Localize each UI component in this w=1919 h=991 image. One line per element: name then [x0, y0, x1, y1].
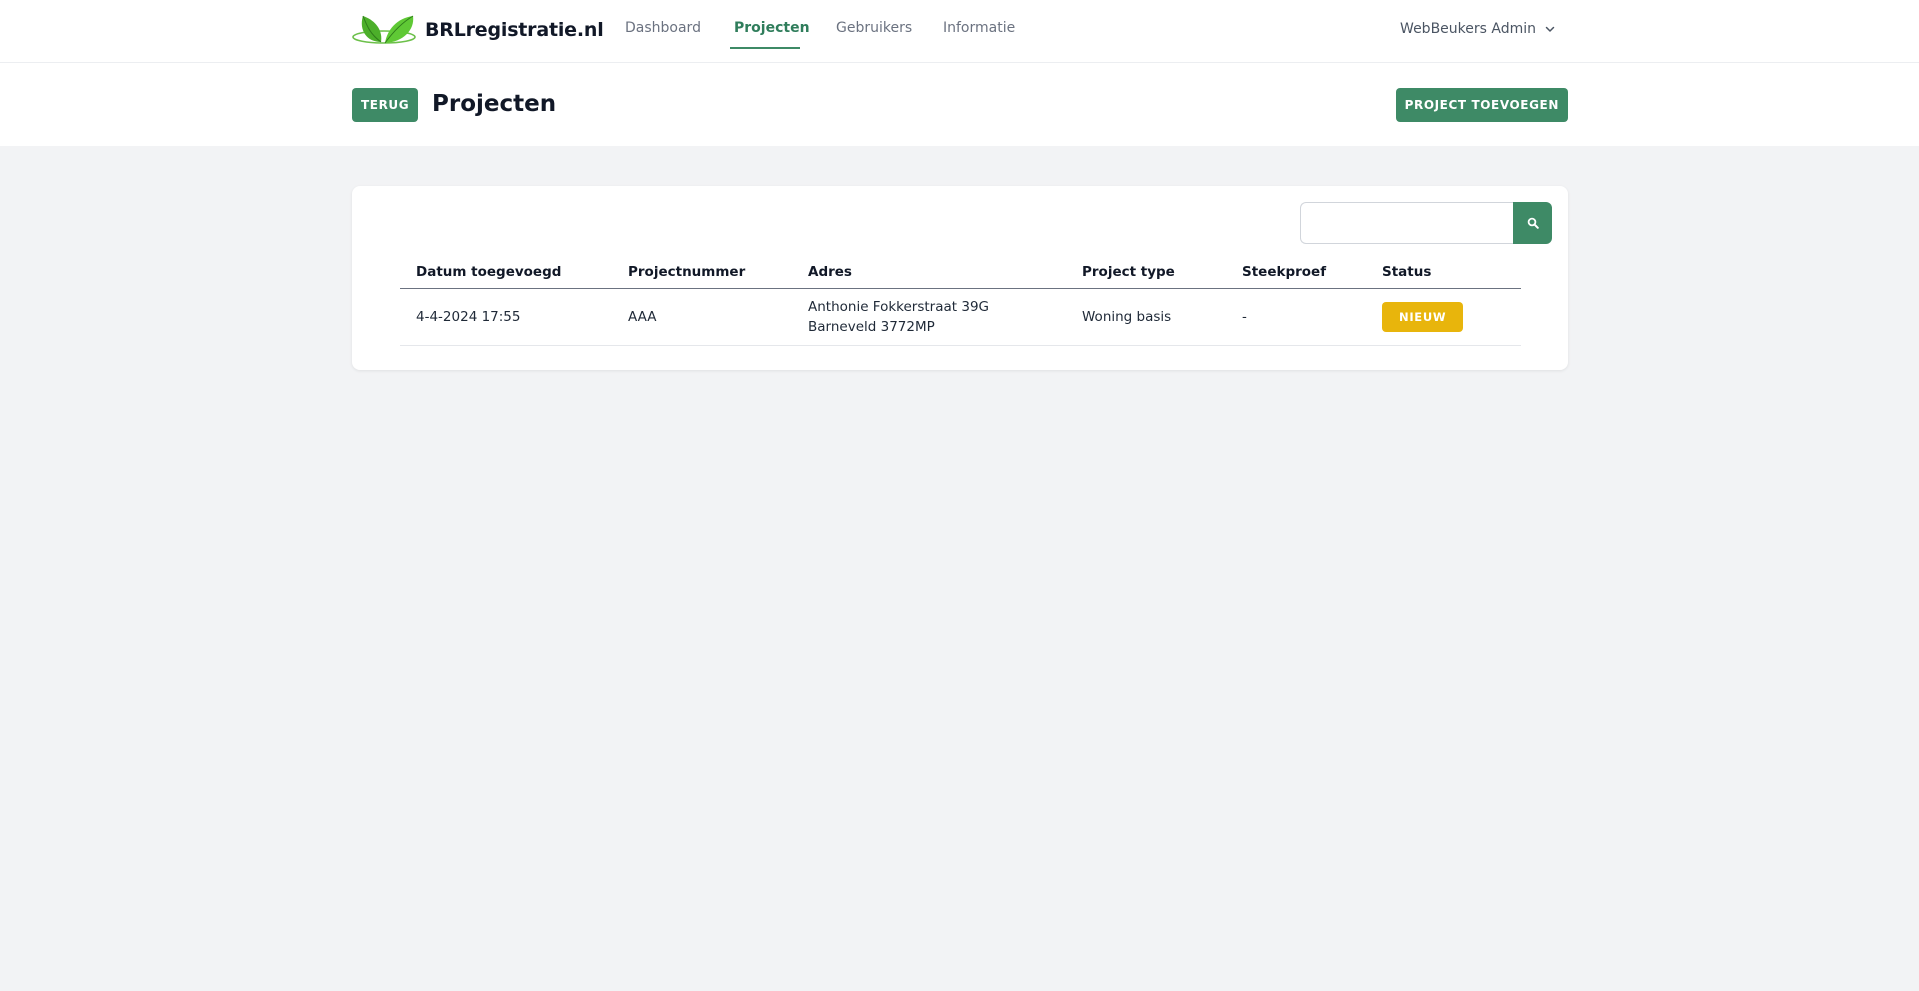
- back-button[interactable]: TERUG: [352, 88, 419, 122]
- page-title: Projecten: [432, 91, 557, 117]
- user-name: WebBeukers Admin: [1400, 21, 1536, 37]
- leaf-logo-icon: [352, 15, 416, 44]
- column-header-status: Status: [1366, 256, 1521, 289]
- search-bar: [1300, 202, 1552, 244]
- nav-link-informatie[interactable]: Informatie: [943, 20, 1015, 36]
- projects-table: Datum toegevoegd Projectnummer Adres Pro…: [400, 256, 1521, 346]
- cell-project-number: AAA: [612, 288, 792, 346]
- table-header-row: Datum toegevoegd Projectnummer Adres Pro…: [400, 256, 1521, 289]
- address-line-2: Barneveld 3772MP: [808, 318, 935, 335]
- column-header-project-number: Projectnummer: [612, 256, 792, 289]
- page-header: TERUG Projecten PROJECT TOEVOEGEN: [0, 63, 1919, 146]
- brand-home-link[interactable]: BRLregistratie.nl: [351, 12, 604, 48]
- search-icon: [1527, 217, 1539, 229]
- table-row[interactable]: 4-4-2024 17:55 AAA Anthonie Fokkerstraat…: [400, 288, 1521, 346]
- address-line-1: Anthonie Fokkerstraat 39G: [808, 298, 990, 315]
- column-header-date: Datum toegevoegd: [400, 256, 612, 289]
- cell-status: NIEUW: [1366, 288, 1521, 346]
- cell-sample: -: [1226, 288, 1366, 346]
- status-badge: NIEUW: [1382, 301, 1464, 332]
- chevron-down-icon: [1545, 26, 1555, 32]
- column-header-sample: Steekproef: [1226, 256, 1366, 289]
- column-header-project-type: Project type: [1066, 256, 1226, 289]
- nav-link-dashboard[interactable]: Dashboard: [625, 20, 701, 36]
- cell-date: 4-4-2024 17:55: [400, 288, 612, 346]
- cell-project-type: Woning basis: [1066, 288, 1226, 346]
- active-nav-indicator: [730, 47, 800, 49]
- add-project-button[interactable]: PROJECT TOEVOEGEN: [1395, 88, 1568, 122]
- nav-link-projecten[interactable]: Projecten: [734, 20, 810, 36]
- search-input[interactable]: [1300, 202, 1513, 244]
- search-button[interactable]: [1513, 202, 1552, 244]
- cell-address: Anthonie Fokkerstraat 39G Barneveld 3772…: [792, 288, 1066, 346]
- projects-card: Datum toegevoegd Projectnummer Adres Pro…: [352, 186, 1568, 370]
- top-navigation: BRLregistratie.nl Dashboard Projecten Ge…: [0, 0, 1919, 63]
- column-header-address: Adres: [792, 256, 1066, 289]
- brand-name: BRLregistratie.nl: [425, 19, 604, 41]
- user-menu[interactable]: WebBeukers Admin: [1400, 21, 1555, 37]
- nav-link-gebruikers[interactable]: Gebruikers: [836, 20, 912, 36]
